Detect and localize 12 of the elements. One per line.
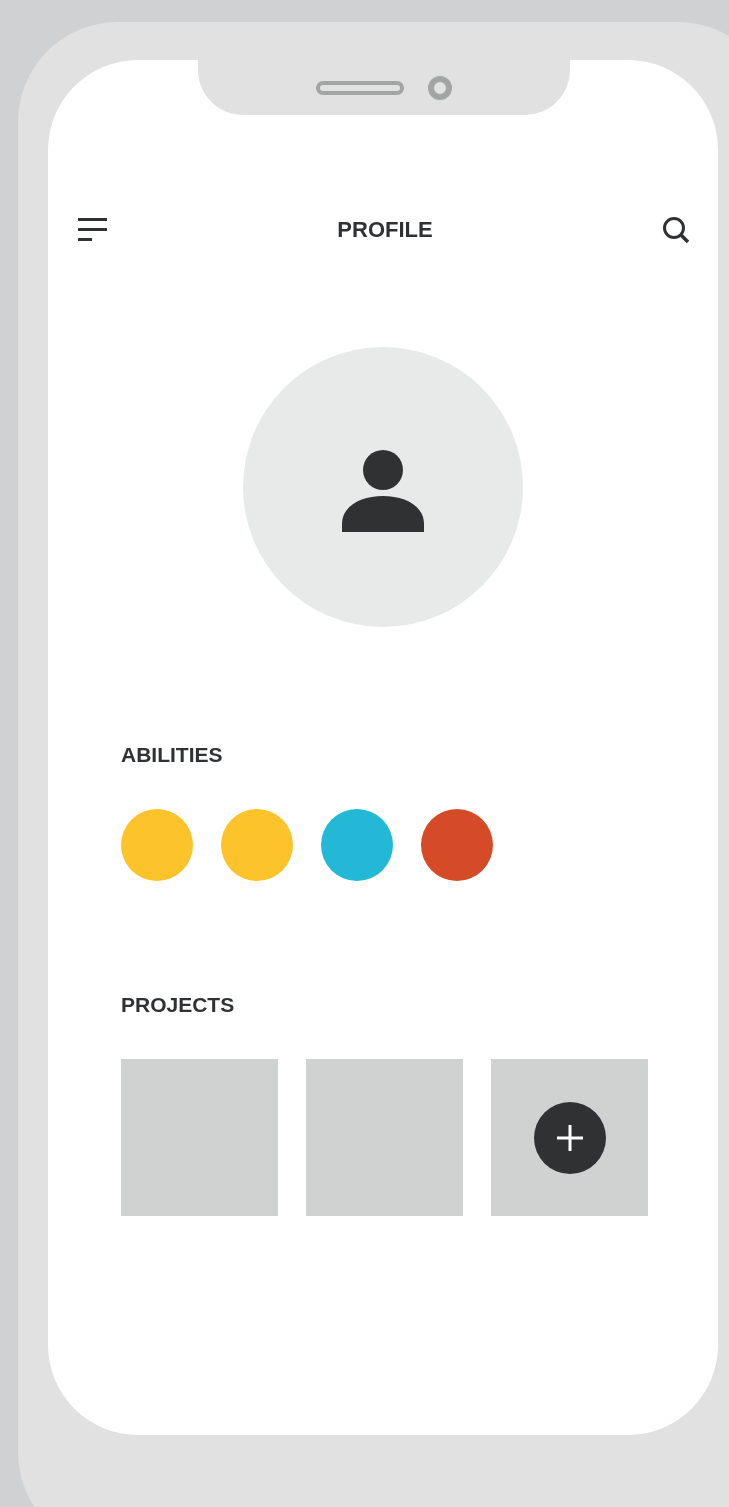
add-project-tile[interactable]: [491, 1059, 648, 1216]
add-button[interactable]: [533, 1101, 606, 1174]
person-icon: [341, 450, 425, 532]
menu-icon[interactable]: [78, 217, 108, 243]
project-tile[interactable]: [306, 1059, 463, 1216]
page-title: PROFILE: [337, 217, 433, 243]
search-icon[interactable]: [662, 216, 690, 244]
camera-icon: [428, 75, 452, 100]
section-heading: ABILITIES: [121, 743, 224, 767]
project-tile[interactable]: [121, 1059, 278, 1216]
speaker-icon: [316, 80, 404, 95]
section-heading: PROJECTS: [121, 993, 236, 1017]
